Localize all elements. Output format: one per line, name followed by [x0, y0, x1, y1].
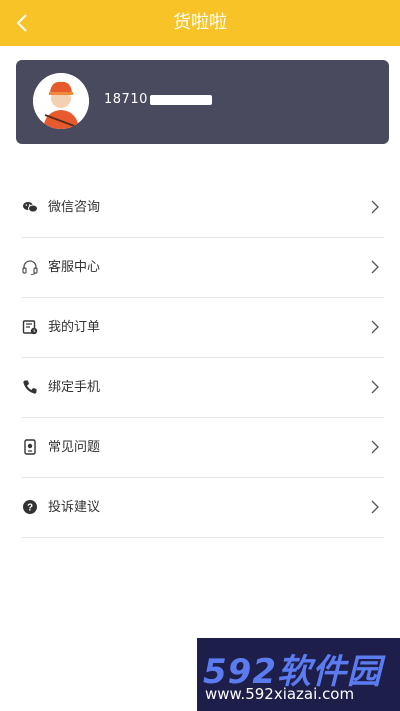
phone-number: 18710: [104, 92, 212, 107]
profile-card[interactable]: 18710: [16, 60, 389, 144]
chevron-right-icon: [371, 320, 379, 334]
question-icon: ?: [23, 500, 37, 514]
menu-list: 微信咨询 客服中心 我的订单 绑定手机 常见问题 ? 投诉建议: [22, 178, 384, 538]
menu-item-customer-service[interactable]: 客服中心: [22, 238, 384, 298]
menu-item-faq[interactable]: 常见问题: [22, 418, 384, 478]
chevron-right-icon: [371, 380, 379, 394]
svg-text:?: ?: [27, 503, 33, 514]
page-title: 货啦啦: [173, 12, 227, 33]
menu-item-label: 客服中心: [48, 260, 101, 275]
menu-item-label: 绑定手机: [48, 380, 101, 395]
avatar[interactable]: [33, 73, 89, 129]
menu-item-bind-phone[interactable]: 绑定手机: [22, 358, 384, 418]
headset-icon: [22, 260, 38, 275]
order-icon: [22, 320, 38, 335]
menu-item-label: 微信咨询: [48, 200, 101, 215]
chevron-right-icon: [371, 260, 379, 274]
chevron-right-icon: [371, 440, 379, 454]
phone-prefix: 18710: [104, 92, 148, 107]
menu-item-label: 投诉建议: [48, 500, 101, 515]
menu-item-label: 我的订单: [48, 320, 101, 335]
chevron-right-icon: [371, 500, 379, 514]
top-bar: 货啦啦: [0, 0, 400, 46]
phone-icon: [23, 380, 37, 394]
watermark-url: www.592xiazai.com: [205, 685, 355, 703]
phone-mask: [149, 94, 212, 105]
menu-item-orders[interactable]: 我的订单: [22, 298, 384, 358]
faq-icon: [24, 439, 36, 455]
menu-item-label: 常见问题: [48, 440, 101, 455]
chevron-right-icon: [371, 200, 379, 214]
menu-item-feedback[interactable]: ? 投诉建议: [22, 478, 384, 538]
wechat-icon: [23, 202, 38, 213]
watermark: 592软件园 www.592xiazai.com: [197, 638, 400, 711]
menu-item-wechat[interactable]: 微信咨询: [22, 178, 384, 238]
